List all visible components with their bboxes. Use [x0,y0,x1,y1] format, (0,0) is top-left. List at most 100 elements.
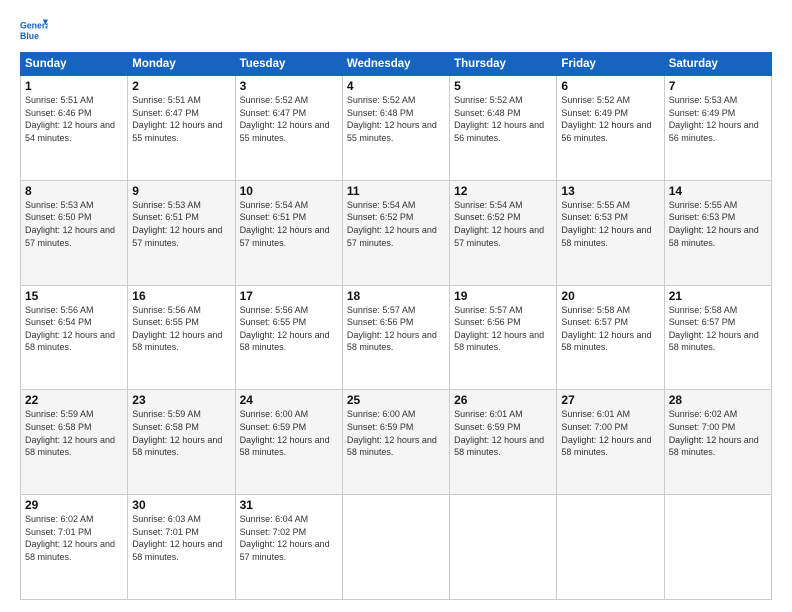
day-info: Sunrise: 5:51 AMSunset: 6:47 PMDaylight:… [132,95,222,143]
calendar-day-header-saturday: Saturday [664,53,771,76]
calendar-cell: 23 Sunrise: 5:59 AMSunset: 6:58 PMDayligh… [128,390,235,495]
svg-text:General: General [20,20,48,30]
day-info: Sunrise: 5:55 AMSunset: 6:53 PMDaylight:… [669,200,759,248]
calendar-cell: 29 Sunrise: 6:02 AMSunset: 7:01 PMDayligh… [21,495,128,600]
day-number: 17 [240,289,338,303]
calendar-cell: 10Sunrise: 5:54 AMSunset: 6:51 PMDayligh… [235,180,342,285]
calendar-cell: 2 Sunrise: 5:51 AMSunset: 6:47 PMDaylight… [128,76,235,181]
day-number: 2 [132,79,230,93]
calendar-cell: 5 Sunrise: 5:52 AMSunset: 6:48 PMDaylight… [450,76,557,181]
day-info: Sunrise: 5:56 AMSunset: 6:54 PMDaylight:… [25,305,115,353]
logo-icon: General Blue [20,16,48,44]
day-number: 25 [347,393,445,407]
day-number: 12 [454,184,552,198]
day-number: 5 [454,79,552,93]
calendar-cell: 19 Sunrise: 5:57 AMSunset: 6:56 PMDayligh… [450,285,557,390]
day-info: Sunrise: 5:56 AMSunset: 6:55 PMDaylight:… [240,305,330,353]
calendar-cell: 20 Sunrise: 5:58 AMSunset: 6:57 PMDayligh… [557,285,664,390]
day-number: 24 [240,393,338,407]
day-number: 11 [347,184,445,198]
calendar-cell: 7 Sunrise: 5:53 AMSunset: 6:49 PMDaylight… [664,76,771,181]
day-info: Sunrise: 5:56 AMSunset: 6:55 PMDaylight:… [132,305,222,353]
day-info: Sunrise: 5:53 AMSunset: 6:51 PMDaylight:… [132,200,222,248]
calendar-cell: 17 Sunrise: 5:56 AMSunset: 6:55 PMDayligh… [235,285,342,390]
day-info: Sunrise: 5:54 AMSunset: 6:52 PMDaylight:… [454,200,544,248]
day-info: Sunrise: 5:53 AMSunset: 6:49 PMDaylight:… [669,95,759,143]
day-number: 4 [347,79,445,93]
day-info: Sunrise: 5:57 AMSunset: 6:56 PMDaylight:… [454,305,544,353]
day-info: Sunrise: 5:51 AMSunset: 6:46 PMDaylight:… [25,95,115,143]
calendar-week-row: 15 Sunrise: 5:56 AMSunset: 6:54 PMDayligh… [21,285,772,390]
calendar-cell: 13 Sunrise: 5:55 AMSunset: 6:53 PMDayligh… [557,180,664,285]
day-number: 6 [561,79,659,93]
calendar-cell: 18Sunrise: 5:57 AMSunset: 6:56 PMDayligh… [342,285,449,390]
day-number: 9 [132,184,230,198]
day-info: Sunrise: 5:54 AMSunset: 6:51 PMDaylight:… [240,200,330,248]
day-info: Sunrise: 6:04 AMSunset: 7:02 PMDaylight:… [240,514,330,562]
page: General Blue SundayMondayTuesdayWednesda… [0,0,792,612]
day-number: 29 [25,498,123,512]
calendar-day-header-friday: Friday [557,53,664,76]
calendar-cell [664,495,771,600]
day-number: 31 [240,498,338,512]
day-info: Sunrise: 5:58 AMSunset: 6:57 PMDaylight:… [561,305,651,353]
logo: General Blue [20,16,48,44]
calendar-day-header-monday: Monday [128,53,235,76]
day-info: Sunrise: 6:01 AMSunset: 7:00 PMDaylight:… [561,409,651,457]
svg-text:Blue: Blue [20,31,39,41]
calendar-table: SundayMondayTuesdayWednesdayThursdayFrid… [20,52,772,600]
day-number: 8 [25,184,123,198]
day-info: Sunrise: 5:59 AMSunset: 6:58 PMDaylight:… [25,409,115,457]
day-number: 13 [561,184,659,198]
calendar-cell: 22 Sunrise: 5:59 AMSunset: 6:58 PMDayligh… [21,390,128,495]
calendar-week-row: 8Sunrise: 5:53 AMSunset: 6:50 PMDaylight… [21,180,772,285]
calendar-cell: 3Sunrise: 5:52 AMSunset: 6:47 PMDaylight… [235,76,342,181]
day-number: 23 [132,393,230,407]
day-number: 20 [561,289,659,303]
day-number: 14 [669,184,767,198]
day-number: 3 [240,79,338,93]
day-info: Sunrise: 5:58 AMSunset: 6:57 PMDaylight:… [669,305,759,353]
calendar-cell: 27Sunrise: 6:01 AMSunset: 7:00 PMDayligh… [557,390,664,495]
calendar-cell: 6 Sunrise: 5:52 AMSunset: 6:49 PMDaylight… [557,76,664,181]
day-info: Sunrise: 5:52 AMSunset: 6:49 PMDaylight:… [561,95,651,143]
day-number: 1 [25,79,123,93]
day-info: Sunrise: 6:02 AMSunset: 7:01 PMDaylight:… [25,514,115,562]
day-info: Sunrise: 5:52 AMSunset: 6:48 PMDaylight:… [347,95,437,143]
day-info: Sunrise: 6:00 AMSunset: 6:59 PMDaylight:… [240,409,330,457]
calendar-cell: 4 Sunrise: 5:52 AMSunset: 6:48 PMDaylight… [342,76,449,181]
calendar-cell: 28Sunrise: 6:02 AMSunset: 7:00 PMDayligh… [664,390,771,495]
day-number: 19 [454,289,552,303]
day-info: Sunrise: 6:00 AMSunset: 6:59 PMDaylight:… [347,409,437,457]
calendar-cell: 14 Sunrise: 5:55 AMSunset: 6:53 PMDayligh… [664,180,771,285]
day-number: 21 [669,289,767,303]
calendar-day-header-sunday: Sunday [21,53,128,76]
day-number: 7 [669,79,767,93]
day-number: 18 [347,289,445,303]
calendar-cell: 26Sunrise: 6:01 AMSunset: 6:59 PMDayligh… [450,390,557,495]
calendar-cell: 30Sunrise: 6:03 AMSunset: 7:01 PMDayligh… [128,495,235,600]
calendar-cell: 16 Sunrise: 5:56 AMSunset: 6:55 PMDayligh… [128,285,235,390]
calendar-cell [450,495,557,600]
calendar-cell: 11 Sunrise: 5:54 AMSunset: 6:52 PMDayligh… [342,180,449,285]
calendar-week-row: 1 Sunrise: 5:51 AMSunset: 6:46 PMDaylight… [21,76,772,181]
day-info: Sunrise: 5:59 AMSunset: 6:58 PMDaylight:… [132,409,222,457]
calendar-cell: 1 Sunrise: 5:51 AMSunset: 6:46 PMDaylight… [21,76,128,181]
day-info: Sunrise: 6:02 AMSunset: 7:00 PMDaylight:… [669,409,759,457]
calendar-week-row: 29 Sunrise: 6:02 AMSunset: 7:01 PMDayligh… [21,495,772,600]
calendar-cell: 8Sunrise: 5:53 AMSunset: 6:50 PMDaylight… [21,180,128,285]
day-info: Sunrise: 5:54 AMSunset: 6:52 PMDaylight:… [347,200,437,248]
calendar-cell: 25 Sunrise: 6:00 AMSunset: 6:59 PMDayligh… [342,390,449,495]
day-info: Sunrise: 6:01 AMSunset: 6:59 PMDaylight:… [454,409,544,457]
day-info: Sunrise: 5:52 AMSunset: 6:48 PMDaylight:… [454,95,544,143]
calendar-cell: 15 Sunrise: 5:56 AMSunset: 6:54 PMDayligh… [21,285,128,390]
calendar-day-header-tuesday: Tuesday [235,53,342,76]
day-number: 16 [132,289,230,303]
calendar-cell: 24 Sunrise: 6:00 AMSunset: 6:59 PMDayligh… [235,390,342,495]
calendar-cell: 12 Sunrise: 5:54 AMSunset: 6:52 PMDayligh… [450,180,557,285]
day-number: 15 [25,289,123,303]
calendar-day-header-wednesday: Wednesday [342,53,449,76]
day-number: 22 [25,393,123,407]
day-info: Sunrise: 5:55 AMSunset: 6:53 PMDaylight:… [561,200,651,248]
calendar-cell: 21 Sunrise: 5:58 AMSunset: 6:57 PMDayligh… [664,285,771,390]
